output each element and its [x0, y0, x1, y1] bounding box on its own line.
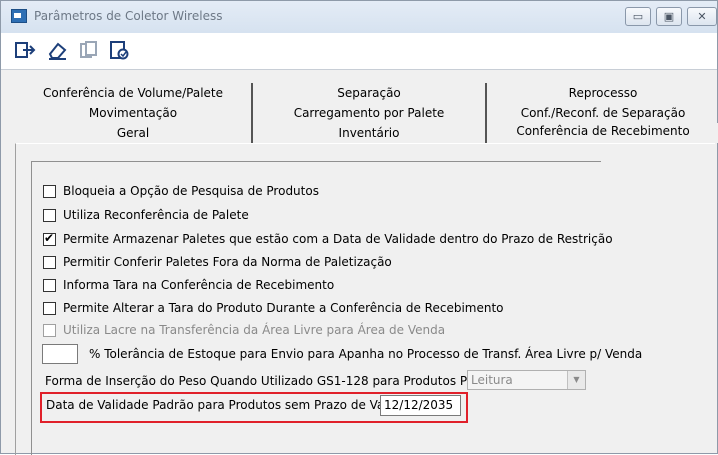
tab-row-1: Conferência de Volume/Palete Separação R…: [15, 83, 718, 103]
option-label: Utiliza Lacre na Transferência da Área L…: [63, 323, 446, 337]
option-bloqueia-pesquisa[interactable]: Bloqueia a Opção de Pesquisa de Produtos: [43, 182, 319, 200]
close-icon: ✕: [697, 10, 707, 23]
eraser-icon: [48, 42, 67, 60]
tab-geral[interactable]: Geral: [15, 123, 253, 143]
option-label: Bloqueia a Opção de Pesquisa de Produtos: [63, 184, 319, 198]
tab-separacao[interactable]: Separação: [253, 83, 487, 103]
minimize-icon: ▭: [632, 10, 644, 23]
checkbox-disabled: [43, 323, 56, 337]
tab-strip: Conferência de Volume/Palete Separação R…: [15, 83, 718, 143]
tab-conferencia-volume-palete[interactable]: Conferência de Volume/Palete: [15, 83, 253, 103]
chevron-down-icon[interactable]: ▼: [567, 371, 585, 389]
tab-carregamento-palete[interactable]: Carregamento por Palete: [253, 103, 487, 123]
maximize-button[interactable]: ▣: [656, 7, 682, 26]
tab-conf-reconf-separacao[interactable]: Conf./Reconf. de Separação: [487, 103, 718, 123]
save-icon: [110, 41, 129, 60]
option-alterar-tara[interactable]: Permite Alterar a Tara do Produto Durant…: [43, 299, 504, 317]
checkbox-checked[interactable]: [43, 231, 56, 246]
checkbox[interactable]: [43, 208, 56, 222]
close-button[interactable]: ✕: [687, 7, 717, 26]
option-informa-tara[interactable]: Informa Tara na Conferência de Recebimen…: [43, 276, 334, 294]
tolerance-input[interactable]: [42, 344, 78, 364]
tab-movimentacao[interactable]: Movimentação: [15, 103, 253, 123]
copy-icon: [80, 41, 97, 58]
checkbox[interactable]: [43, 255, 56, 269]
exit-button[interactable]: [14, 39, 36, 61]
option-label: Permite Armazenar Paletes que estão com …: [63, 232, 613, 246]
default-expiry-date-input[interactable]: 12/12/2035: [380, 395, 461, 416]
option-label: Permite Alterar a Tara do Produto Durant…: [63, 301, 504, 315]
tab-row-3: Geral Inventário Conferência de Recebime…: [15, 123, 718, 143]
checkbox[interactable]: [43, 278, 56, 292]
window-title: Parâmetros de Coletor Wireless: [34, 9, 223, 23]
copy-button[interactable]: [78, 39, 100, 61]
option-armazenar-paletes[interactable]: Permite Armazenar Paletes que estão com …: [43, 230, 613, 248]
tab-reprocesso[interactable]: Reprocesso: [487, 83, 718, 103]
checkbox[interactable]: [43, 301, 56, 315]
tab-conferencia-recebimento[interactable]: Conferência de Recebimento: [487, 123, 718, 143]
option-reconferencia-palete[interactable]: Utiliza Reconferência de Palete: [43, 206, 249, 224]
maximize-icon: ▣: [663, 10, 675, 23]
tab-row-2: Movimentação Carregamento por Palete Con…: [15, 103, 718, 123]
select-value: Leitura: [471, 373, 513, 387]
exit-icon: [15, 42, 36, 58]
weight-insertion-label: Forma de Inserção do Peso Quando Utiliza…: [45, 374, 512, 388]
parameters-window: Parâmetros de Coletor Wireless ▭ ▣ ✕ Con…: [0, 0, 718, 455]
option-label: Utiliza Reconferência de Palete: [63, 208, 249, 222]
tolerance-label: % Tolerância de Estoque para Envio para …: [89, 347, 643, 361]
option-conferir-fora-norma[interactable]: Permitir Conferir Paletes Fora da Norma …: [43, 253, 392, 271]
app-icon: [11, 9, 27, 23]
checkbox[interactable]: [43, 184, 56, 198]
option-utiliza-lacre: Utiliza Lacre na Transferência da Área L…: [43, 321, 445, 339]
option-label: Permitir Conferir Paletes Fora da Norma …: [63, 255, 392, 269]
clear-button[interactable]: [46, 39, 68, 61]
save-button[interactable]: [108, 39, 130, 61]
default-expiry-label: Data de Validade Padrão para Produtos se…: [46, 398, 421, 412]
toolbar: [1, 33, 717, 70]
tab-inventario[interactable]: Inventário: [253, 123, 487, 143]
weight-insertion-select[interactable]: Leitura ▼: [467, 370, 586, 390]
minimize-button[interactable]: ▭: [625, 7, 651, 26]
option-label: Informa Tara na Conferência de Recebimen…: [63, 278, 335, 292]
title-bar[interactable]: Parâmetros de Coletor Wireless ▭ ▣ ✕: [1, 1, 717, 33]
